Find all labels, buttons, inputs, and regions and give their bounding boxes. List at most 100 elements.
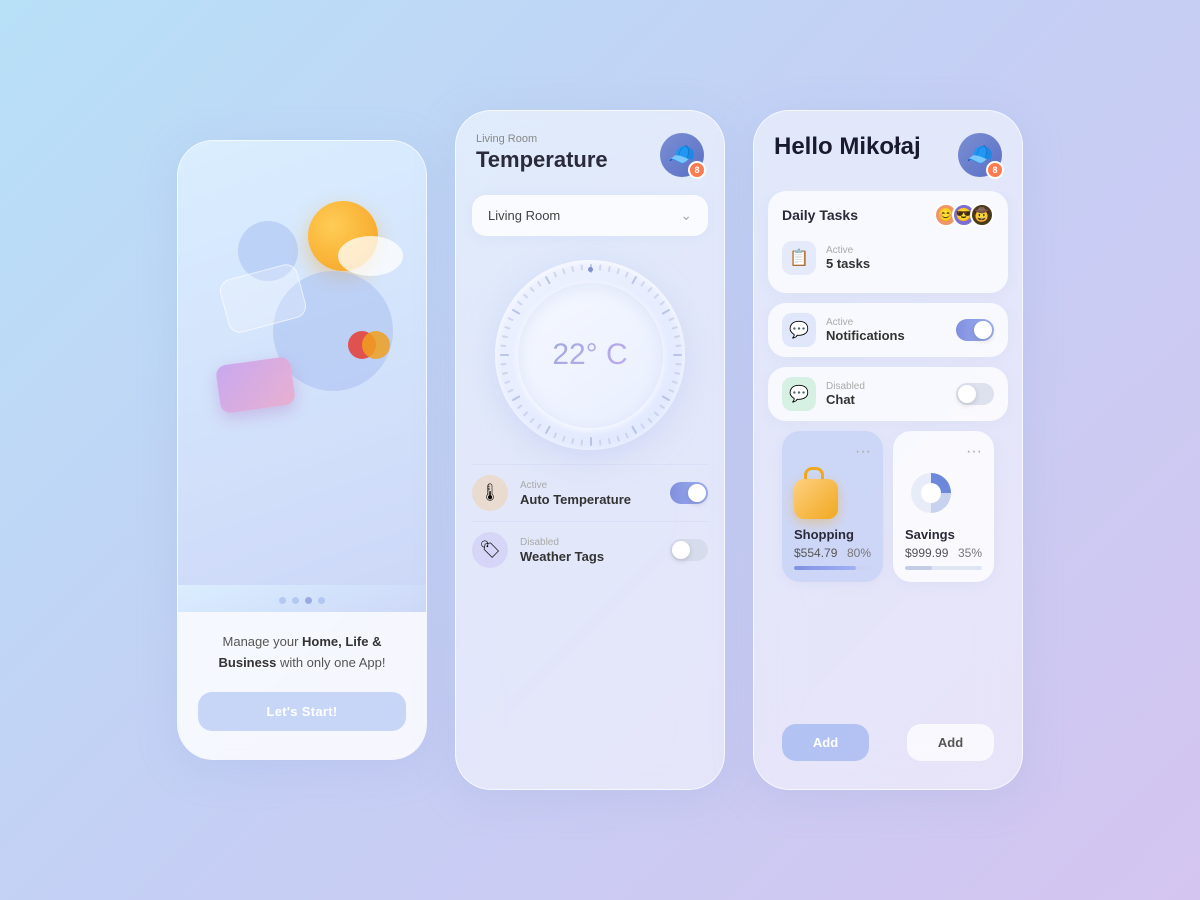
notifications-knob	[974, 321, 992, 339]
tick-mark-2	[608, 266, 611, 272]
tick-mark-24	[640, 423, 645, 429]
bag-body	[794, 479, 838, 519]
shopping-bag-icon	[794, 467, 842, 519]
tick-mark-19	[668, 389, 674, 393]
tick-mark-29	[599, 439, 602, 445]
chat-toggle[interactable]	[956, 383, 994, 405]
thermostat-dial[interactable]: 22° C	[495, 260, 685, 450]
tick-mark-42	[504, 380, 510, 384]
tick-mark-23	[647, 417, 653, 423]
start-button[interactable]: Let's Start!	[198, 692, 406, 731]
dot-2	[292, 597, 299, 604]
dot-4	[318, 597, 325, 604]
room-dropdown[interactable]: Living Room ⌄	[472, 195, 708, 236]
auto-temp-row: 🌡 Active Auto Temperature	[472, 464, 708, 521]
savings-menu-dots[interactable]: ···	[966, 443, 982, 461]
weather-tags-name: Weather Tags	[520, 549, 658, 564]
savings-progress-bar	[905, 566, 982, 570]
tick-mark-26	[625, 432, 629, 438]
task-avatars: 😊 😎 🤠	[934, 203, 994, 227]
tick-mark-6	[640, 281, 645, 287]
tick-mark-15	[673, 354, 682, 356]
auto-temp-name: Auto Temperature	[520, 492, 658, 507]
auto-temp-toggle[interactable]	[670, 482, 708, 504]
dropdown-value: Living Room	[488, 208, 560, 223]
thermo-outer-ring: 22° C	[495, 260, 685, 450]
dashboard-content: Daily Tasks 😊 😎 🤠 📋 Active 5 tasks 💬 Act…	[754, 191, 1022, 724]
tick-mark-10	[662, 309, 671, 315]
task-count: 5 tasks	[826, 256, 870, 271]
shopping-stats: $554.79 80%	[794, 546, 871, 560]
user-avatar-badge[interactable]: 🧢 8	[660, 133, 704, 177]
pie-svg	[905, 467, 957, 519]
tick-mark-45	[500, 354, 509, 356]
dot-1	[279, 597, 286, 604]
savings-stats: $999.99 35%	[905, 546, 982, 560]
weather-tags-status: Disabled	[520, 537, 658, 548]
savings-add-button[interactable]: Add	[907, 724, 994, 761]
tick-mark-50	[512, 309, 521, 315]
tick-mark-37	[529, 417, 535, 423]
tick-mark-47	[502, 335, 508, 338]
room-label: Living Room	[476, 133, 608, 145]
dashboard-card: Hello Mikołaj 🧢 8 Daily Tasks 😊 😎 🤠 📋	[753, 110, 1023, 790]
temperature-card: Living Room Temperature 🧢 8 Living Room …	[455, 110, 725, 790]
shopping-progress-bar	[794, 566, 871, 570]
chat-knob	[958, 385, 976, 403]
shopping-card: ··· Shopping $554.79 80%	[782, 431, 883, 582]
task-avatar-3: 🤠	[970, 203, 994, 227]
savings-card: ··· Savings $999.99 35%	[893, 431, 994, 582]
greeting-title: Hello Mikołaj	[774, 133, 921, 162]
mc-right-circle	[362, 331, 390, 359]
tick-mark-34	[553, 432, 557, 438]
welcome-bottom: Manage your Home, Life & Business with o…	[178, 612, 426, 759]
chevron-down-icon: ⌄	[680, 207, 692, 224]
dashboard-avatar-badge[interactable]: 🧢 8	[958, 133, 1002, 177]
tick-mark-41	[507, 389, 513, 393]
tick-mark-22	[653, 411, 659, 417]
savings-pie-chart	[905, 467, 957, 519]
task-status: Active	[826, 245, 870, 256]
auto-temp-icon: 🌡	[472, 475, 508, 511]
savings-name: Savings	[905, 527, 982, 542]
notifications-label: Notifications	[826, 328, 946, 343]
thermostat-control[interactable]: 22° C	[456, 250, 724, 464]
tick-mark-3	[616, 268, 620, 274]
tick-mark-56	[553, 271, 557, 277]
tick-mark-54	[537, 281, 542, 287]
add-buttons-row: Add Add	[754, 724, 1022, 789]
tick-mark-43	[502, 372, 508, 375]
notification-badge: 8	[688, 161, 706, 179]
pagination-dots	[178, 585, 426, 612]
tick-mark-35	[545, 426, 551, 435]
notifications-status: Active	[826, 317, 946, 328]
tick-mark-33	[562, 436, 566, 442]
tick-mark-11	[668, 317, 674, 321]
tick-mark-5	[631, 276, 637, 285]
savings-header: ···	[905, 443, 982, 461]
shopping-add-button[interactable]: Add	[782, 724, 869, 761]
dashboard-badge: 8	[986, 161, 1004, 179]
shopping-menu-dots[interactable]: ···	[855, 443, 871, 461]
dashboard-header: Hello Mikołaj 🧢 8	[754, 111, 1022, 191]
savings-percent: 35%	[958, 546, 982, 560]
tick-mark-40	[512, 395, 521, 401]
tick-mark-20	[662, 395, 671, 401]
shopping-name: Shopping	[794, 527, 871, 542]
tick-mark-9	[659, 301, 665, 306]
notifications-row: 💬 Active Notifications	[768, 303, 1008, 357]
tick-mark-36	[537, 423, 542, 429]
notifications-toggle[interactable]	[956, 319, 994, 341]
tick-mark-30	[590, 437, 592, 446]
weather-tags-toggle[interactable]	[670, 539, 708, 561]
temperature-display: 22° C	[552, 338, 627, 372]
tick-mark-16	[675, 363, 681, 366]
chat-label: Chat	[826, 392, 946, 407]
tick-mark-38	[523, 411, 529, 417]
tasks-header: Daily Tasks 😊 😎 🤠	[782, 203, 994, 227]
daily-tasks-card: Daily Tasks 😊 😎 🤠 📋 Active 5 tasks	[768, 191, 1008, 293]
weather-tags-knob	[672, 541, 690, 559]
shopping-progress-fill	[794, 566, 856, 570]
task-info: Active 5 tasks	[826, 245, 870, 271]
tick-mark-4	[625, 271, 629, 277]
